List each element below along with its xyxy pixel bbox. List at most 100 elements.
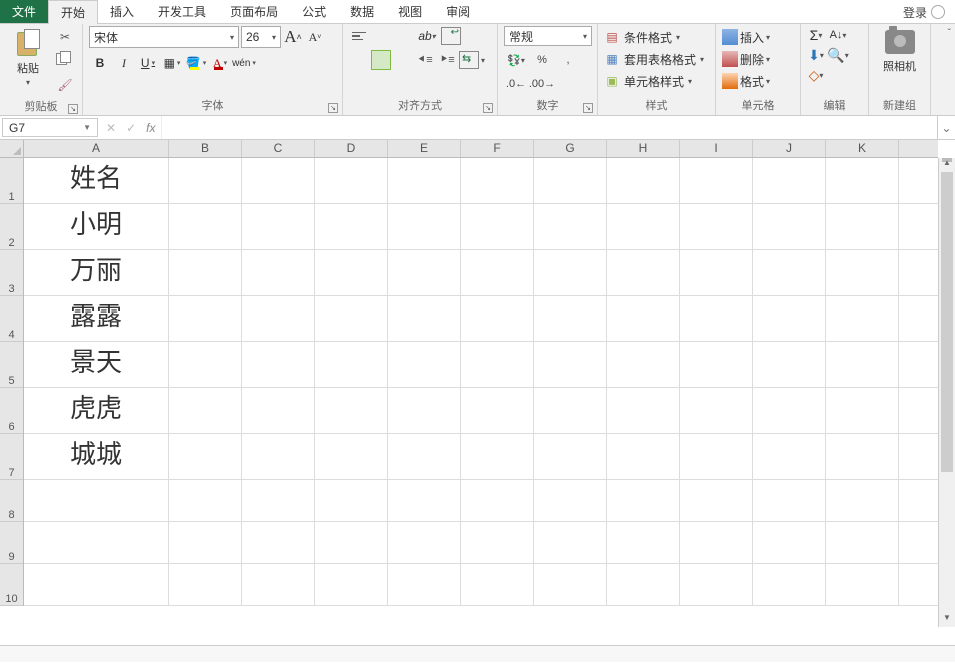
copy-button[interactable]	[54, 50, 76, 72]
cell-G6[interactable]	[534, 388, 607, 433]
cell-J6[interactable]	[753, 388, 826, 433]
cell-I10[interactable]	[680, 564, 753, 605]
cell-J9[interactable]	[753, 522, 826, 563]
cell-I3[interactable]	[680, 250, 753, 295]
delete-cells-button[interactable]: 删除▾	[722, 48, 770, 70]
tab-home[interactable]: 开始	[48, 0, 98, 24]
row-header-4[interactable]: 4	[0, 296, 23, 342]
cell-K5[interactable]	[826, 342, 899, 387]
cell-A9[interactable]	[24, 522, 169, 563]
cell-B4[interactable]	[169, 296, 242, 341]
cell-D3[interactable]	[315, 250, 388, 295]
align-top-button[interactable]	[349, 26, 369, 46]
cell-G8[interactable]	[534, 480, 607, 521]
decrease-decimal-button[interactable]: .00→	[530, 74, 554, 94]
ribbon-collapse-button[interactable]: ˇ	[948, 28, 951, 39]
find-select-button[interactable]: 🔍▾	[829, 46, 847, 64]
cell-E1[interactable]	[388, 158, 461, 203]
cell-H1[interactable]	[607, 158, 680, 203]
cell-D1[interactable]	[315, 158, 388, 203]
cell-K1[interactable]	[826, 158, 899, 203]
col-header-I[interactable]: I	[680, 140, 753, 157]
dialog-launcher-icon[interactable]: ↘	[328, 103, 338, 113]
cell-C4[interactable]	[242, 296, 315, 341]
cell-I9[interactable]	[680, 522, 753, 563]
cell-E3[interactable]	[388, 250, 461, 295]
cell-A3[interactable]: 万丽	[24, 250, 169, 295]
font-size-select[interactable]: 26▾	[241, 26, 281, 48]
vertical-scrollbar[interactable]: ▲ ▼	[938, 158, 955, 627]
col-header-H[interactable]: H	[607, 140, 680, 157]
cell-J10[interactable]	[753, 564, 826, 605]
cell-E10[interactable]	[388, 564, 461, 605]
cell-G4[interactable]	[534, 296, 607, 341]
autosum-button[interactable]: Σ▾	[807, 26, 825, 44]
cell-D5[interactable]	[315, 342, 388, 387]
clear-button[interactable]: ◇▾	[807, 66, 825, 84]
tab-file[interactable]: 文件	[0, 0, 48, 23]
format-painter-button[interactable]: 🖌	[54, 74, 76, 96]
cell-A6[interactable]: 虎虎	[24, 388, 169, 433]
cell-J2[interactable]	[753, 204, 826, 249]
cell-I8[interactable]	[680, 480, 753, 521]
cell-G1[interactable]	[534, 158, 607, 203]
cell-C8[interactable]	[242, 480, 315, 521]
tab-pagelayout[interactable]: 页面布局	[218, 0, 290, 23]
cell-A5[interactable]: 景天	[24, 342, 169, 387]
cell-I1[interactable]	[680, 158, 753, 203]
merge-center-button[interactable]	[459, 51, 479, 69]
cell-K7[interactable]	[826, 434, 899, 479]
cell-K10[interactable]	[826, 564, 899, 605]
cut-button[interactable]: ✂	[54, 26, 76, 48]
font-color-button[interactable]: A▾	[209, 52, 231, 74]
enter-formula-button[interactable]: ✓	[126, 121, 136, 135]
cell-H6[interactable]	[607, 388, 680, 433]
fill-button[interactable]: ⬇▾	[807, 46, 825, 64]
cell-B6[interactable]	[169, 388, 242, 433]
cell-C9[interactable]	[242, 522, 315, 563]
conditional-formatting-button[interactable]: ▤条件格式▾	[604, 26, 680, 48]
scroll-down-arrow[interactable]: ▼	[939, 613, 955, 627]
tab-view[interactable]: 视图	[386, 0, 434, 23]
cell-F9[interactable]	[461, 522, 534, 563]
cell-H4[interactable]	[607, 296, 680, 341]
cell-D2[interactable]	[315, 204, 388, 249]
cell-F10[interactable]	[461, 564, 534, 605]
col-header-G[interactable]: G	[534, 140, 607, 157]
cell-B2[interactable]	[169, 204, 242, 249]
align-center-button[interactable]	[371, 50, 391, 70]
increase-decimal-button[interactable]: .0←	[504, 74, 528, 94]
cell-C7[interactable]	[242, 434, 315, 479]
formula-input[interactable]	[161, 116, 937, 139]
cell-I7[interactable]	[680, 434, 753, 479]
border-button[interactable]: ▦▾	[161, 52, 183, 74]
insert-function-button[interactable]: fx	[146, 121, 155, 135]
row-header-6[interactable]: 6	[0, 388, 23, 434]
name-box[interactable]: G7▼	[2, 118, 98, 137]
cell-A10[interactable]	[24, 564, 169, 605]
col-header-E[interactable]: E	[388, 140, 461, 157]
orientation-button[interactable]: ab▾	[415, 26, 439, 46]
cell-B10[interactable]	[169, 564, 242, 605]
cell-J5[interactable]	[753, 342, 826, 387]
cell-E7[interactable]	[388, 434, 461, 479]
comma-button[interactable]: ,	[556, 50, 580, 70]
cell-D4[interactable]	[315, 296, 388, 341]
cell-A1[interactable]: 姓名	[24, 158, 169, 203]
align-left-button[interactable]	[349, 50, 369, 70]
col-header-D[interactable]: D	[315, 140, 388, 157]
cell-E5[interactable]	[388, 342, 461, 387]
align-middle-button[interactable]	[371, 26, 391, 46]
cell-F5[interactable]	[461, 342, 534, 387]
col-header-K[interactable]: K	[826, 140, 899, 157]
cell-F4[interactable]	[461, 296, 534, 341]
select-all-corner[interactable]	[0, 140, 24, 158]
cell-I4[interactable]	[680, 296, 753, 341]
col-header-A[interactable]: A	[24, 140, 169, 157]
cell-G10[interactable]	[534, 564, 607, 605]
insert-cells-button[interactable]: 插入▾	[722, 26, 770, 48]
cell-D9[interactable]	[315, 522, 388, 563]
cell-H5[interactable]	[607, 342, 680, 387]
camera-button[interactable]: 照相机	[878, 26, 922, 74]
row-header-8[interactable]: 8	[0, 480, 23, 522]
